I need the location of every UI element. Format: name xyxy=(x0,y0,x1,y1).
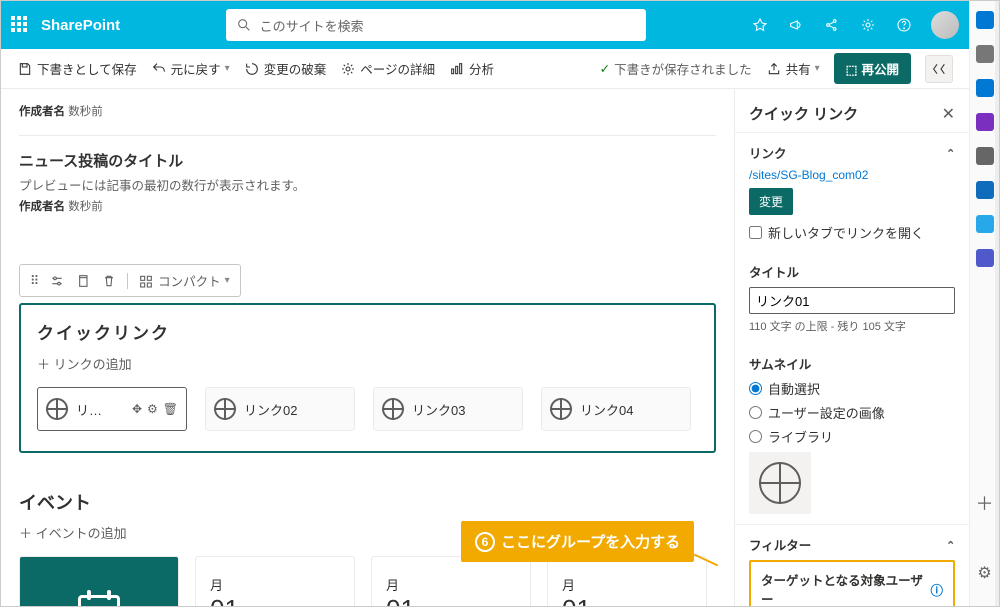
link-label: リンク04 xyxy=(580,400,633,419)
globe-icon xyxy=(46,398,68,420)
change-button[interactable]: 変更 xyxy=(749,188,793,215)
annotation-callout: 6 ここにグループを入力する xyxy=(461,521,694,562)
discard-button[interactable]: 変更の破棄 xyxy=(244,59,327,78)
close-icon[interactable]: ✕ xyxy=(942,104,955,124)
globe-icon xyxy=(214,398,236,420)
brand-label: SharePoint xyxy=(41,17,120,34)
undo-icon xyxy=(151,61,167,77)
open-new-tab-checkbox[interactable]: 新しいタブでリンクを開く xyxy=(749,223,955,242)
gear-icon xyxy=(340,61,356,77)
property-panel: クイック リンク ✕ リンク⌄ /sites/SG-Blog_com02 変更 … xyxy=(734,89,969,606)
target-heading: ターゲットとなる対象ユーザー xyxy=(761,570,926,606)
app-launcher-icon[interactable] xyxy=(11,16,29,34)
duplicate-icon[interactable] xyxy=(75,273,91,289)
collapse-pane-button[interactable] xyxy=(925,55,953,83)
thumb-library-radio[interactable]: ライブラリ xyxy=(749,427,955,446)
rail-bookmarks-icon[interactable] xyxy=(976,45,994,63)
megaphone-icon[interactable] xyxy=(787,16,805,34)
news-desc: プレビューには記事の最初の数行が表示されます。 xyxy=(19,175,716,194)
save-draft-button[interactable]: 下書きとして保存 xyxy=(17,59,137,78)
section-filter-header[interactable]: フィルター⌄ xyxy=(749,535,955,554)
news-title[interactable]: ニュース投稿のタイトル xyxy=(19,150,716,171)
avatar[interactable] xyxy=(931,11,959,39)
link-url[interactable]: /sites/SG-Blog_com02 xyxy=(749,168,868,182)
share-icon[interactable] xyxy=(823,16,841,34)
save-status: ✓下書きが保存されました xyxy=(600,59,752,78)
globe-icon xyxy=(550,398,572,420)
undo-button[interactable]: 元に戻す▾ xyxy=(151,59,230,78)
thumb-custom-radio[interactable]: ユーザー設定の画像 xyxy=(749,403,955,422)
section-thumbnail-label: サムネイル xyxy=(749,354,955,373)
webpart-toolbar: ⠿ コンパクト ▾ xyxy=(19,264,241,297)
rail-outlook-icon[interactable] xyxy=(976,181,994,199)
events-section: イベント xyxy=(19,489,716,515)
rail-settings-gear-icon[interactable]: ⚙ xyxy=(976,564,994,582)
search-placeholder: このサイトを検索 xyxy=(260,16,364,35)
target-audience-box: ターゲットとなる対象ユーザー ⓘ 上限 50 人の対象ユーザー - 残り 50 … xyxy=(749,560,955,606)
event-card[interactable]: 月01 xyxy=(195,556,355,606)
analytics-icon xyxy=(449,61,465,77)
link-card[interactable]: リンク04 xyxy=(541,387,691,431)
calendar-icon xyxy=(78,595,120,606)
callout-number: 6 xyxy=(475,532,495,552)
share-icon xyxy=(766,61,782,77)
layout-icon xyxy=(138,273,154,289)
globe-icon xyxy=(382,398,404,420)
link-card[interactable]: リンク01 ✥ ⚙ 🗑 xyxy=(37,387,187,431)
collapse-icon xyxy=(931,61,947,77)
link-card[interactable]: リンク03 xyxy=(373,387,523,431)
thumb-auto-radio[interactable]: 自動選択 xyxy=(749,379,955,398)
edit-icon[interactable]: ⚙ xyxy=(147,402,158,416)
drag-handle-icon[interactable]: ⠿ xyxy=(30,273,39,288)
delete-icon[interactable] xyxy=(101,273,117,289)
move-icon[interactable]: ✥ xyxy=(132,402,142,416)
thumbnail-preview xyxy=(749,452,811,514)
author-meta: 作成者名 数秒前 xyxy=(19,103,716,119)
search-icon xyxy=(236,17,252,33)
title-hint: 110 文字 の上限 - 残り 105 文字 xyxy=(749,318,955,334)
share-button[interactable]: 共有▾ xyxy=(766,59,820,78)
gear-icon[interactable] xyxy=(859,16,877,34)
search-input[interactable]: このサイトを検索 xyxy=(226,9,646,41)
premium-icon[interactable] xyxy=(751,16,769,34)
delete-icon[interactable]: 🗑 xyxy=(163,402,178,416)
link-card[interactable]: リンク02 xyxy=(205,387,355,431)
link-label: リンク01 xyxy=(76,400,110,419)
republish-button[interactable]: ⬚再公開 xyxy=(834,53,911,84)
author-meta-2: 作成者名 数秒前 xyxy=(19,198,716,214)
rail-send-icon[interactable] xyxy=(976,215,994,233)
title-input[interactable] xyxy=(749,287,955,314)
suite-header: SharePoint このサイトを検索 xyxy=(1,1,969,49)
add-link-button[interactable]: ＋ リンクの追加 xyxy=(37,354,698,373)
rail-teams-icon[interactable] xyxy=(976,249,994,267)
page-details-button[interactable]: ページの詳細 xyxy=(340,59,435,78)
event-card[interactable]: 月01 xyxy=(371,556,531,606)
layout-dropdown[interactable]: コンパクト ▾ xyxy=(138,271,230,290)
events-title[interactable]: イベント xyxy=(19,489,716,515)
discard-icon xyxy=(244,61,260,77)
help-icon[interactable] xyxy=(895,16,913,34)
rail-copilot-icon[interactable] xyxy=(976,11,994,29)
section-link-header[interactable]: リンク⌄ xyxy=(749,143,955,162)
callout-text: ここにグループを入力する xyxy=(501,531,680,552)
globe-icon xyxy=(759,462,801,504)
analytics-button[interactable]: 分析 xyxy=(449,59,494,78)
panel-title: クイック リンク xyxy=(749,103,858,124)
save-icon xyxy=(17,61,33,77)
section-title-label: タイトル xyxy=(749,262,955,281)
rail-add-icon[interactable]: ＋ xyxy=(976,494,994,512)
quicklinks-title[interactable]: クイックリンク xyxy=(37,319,698,344)
rail-settings-icon[interactable] xyxy=(976,79,994,97)
command-bar: 下書きとして保存 元に戻す▾ 変更の破棄 ページの詳細 分析 ✓下書きが保存され… xyxy=(1,49,969,89)
event-card[interactable]: 月01 xyxy=(547,556,707,606)
link-label: リンク03 xyxy=(412,400,465,419)
settings-icon[interactable] xyxy=(49,273,65,289)
rail-wrench-icon[interactable] xyxy=(976,147,994,165)
event-card-add[interactable] xyxy=(19,556,179,606)
link-label: リンク02 xyxy=(244,400,297,419)
quicklinks-webpart[interactable]: クイックリンク ＋ リンクの追加 リンク01 ✥ ⚙ 🗑 リンク0 xyxy=(19,303,716,453)
page-canvas: 作成者名 数秒前 ニュース投稿のタイトル プレビューには記事の最初の数行が表示さ… xyxy=(1,89,734,606)
rail-loop-icon[interactable] xyxy=(976,113,994,131)
info-icon[interactable]: ⓘ xyxy=(930,580,943,599)
